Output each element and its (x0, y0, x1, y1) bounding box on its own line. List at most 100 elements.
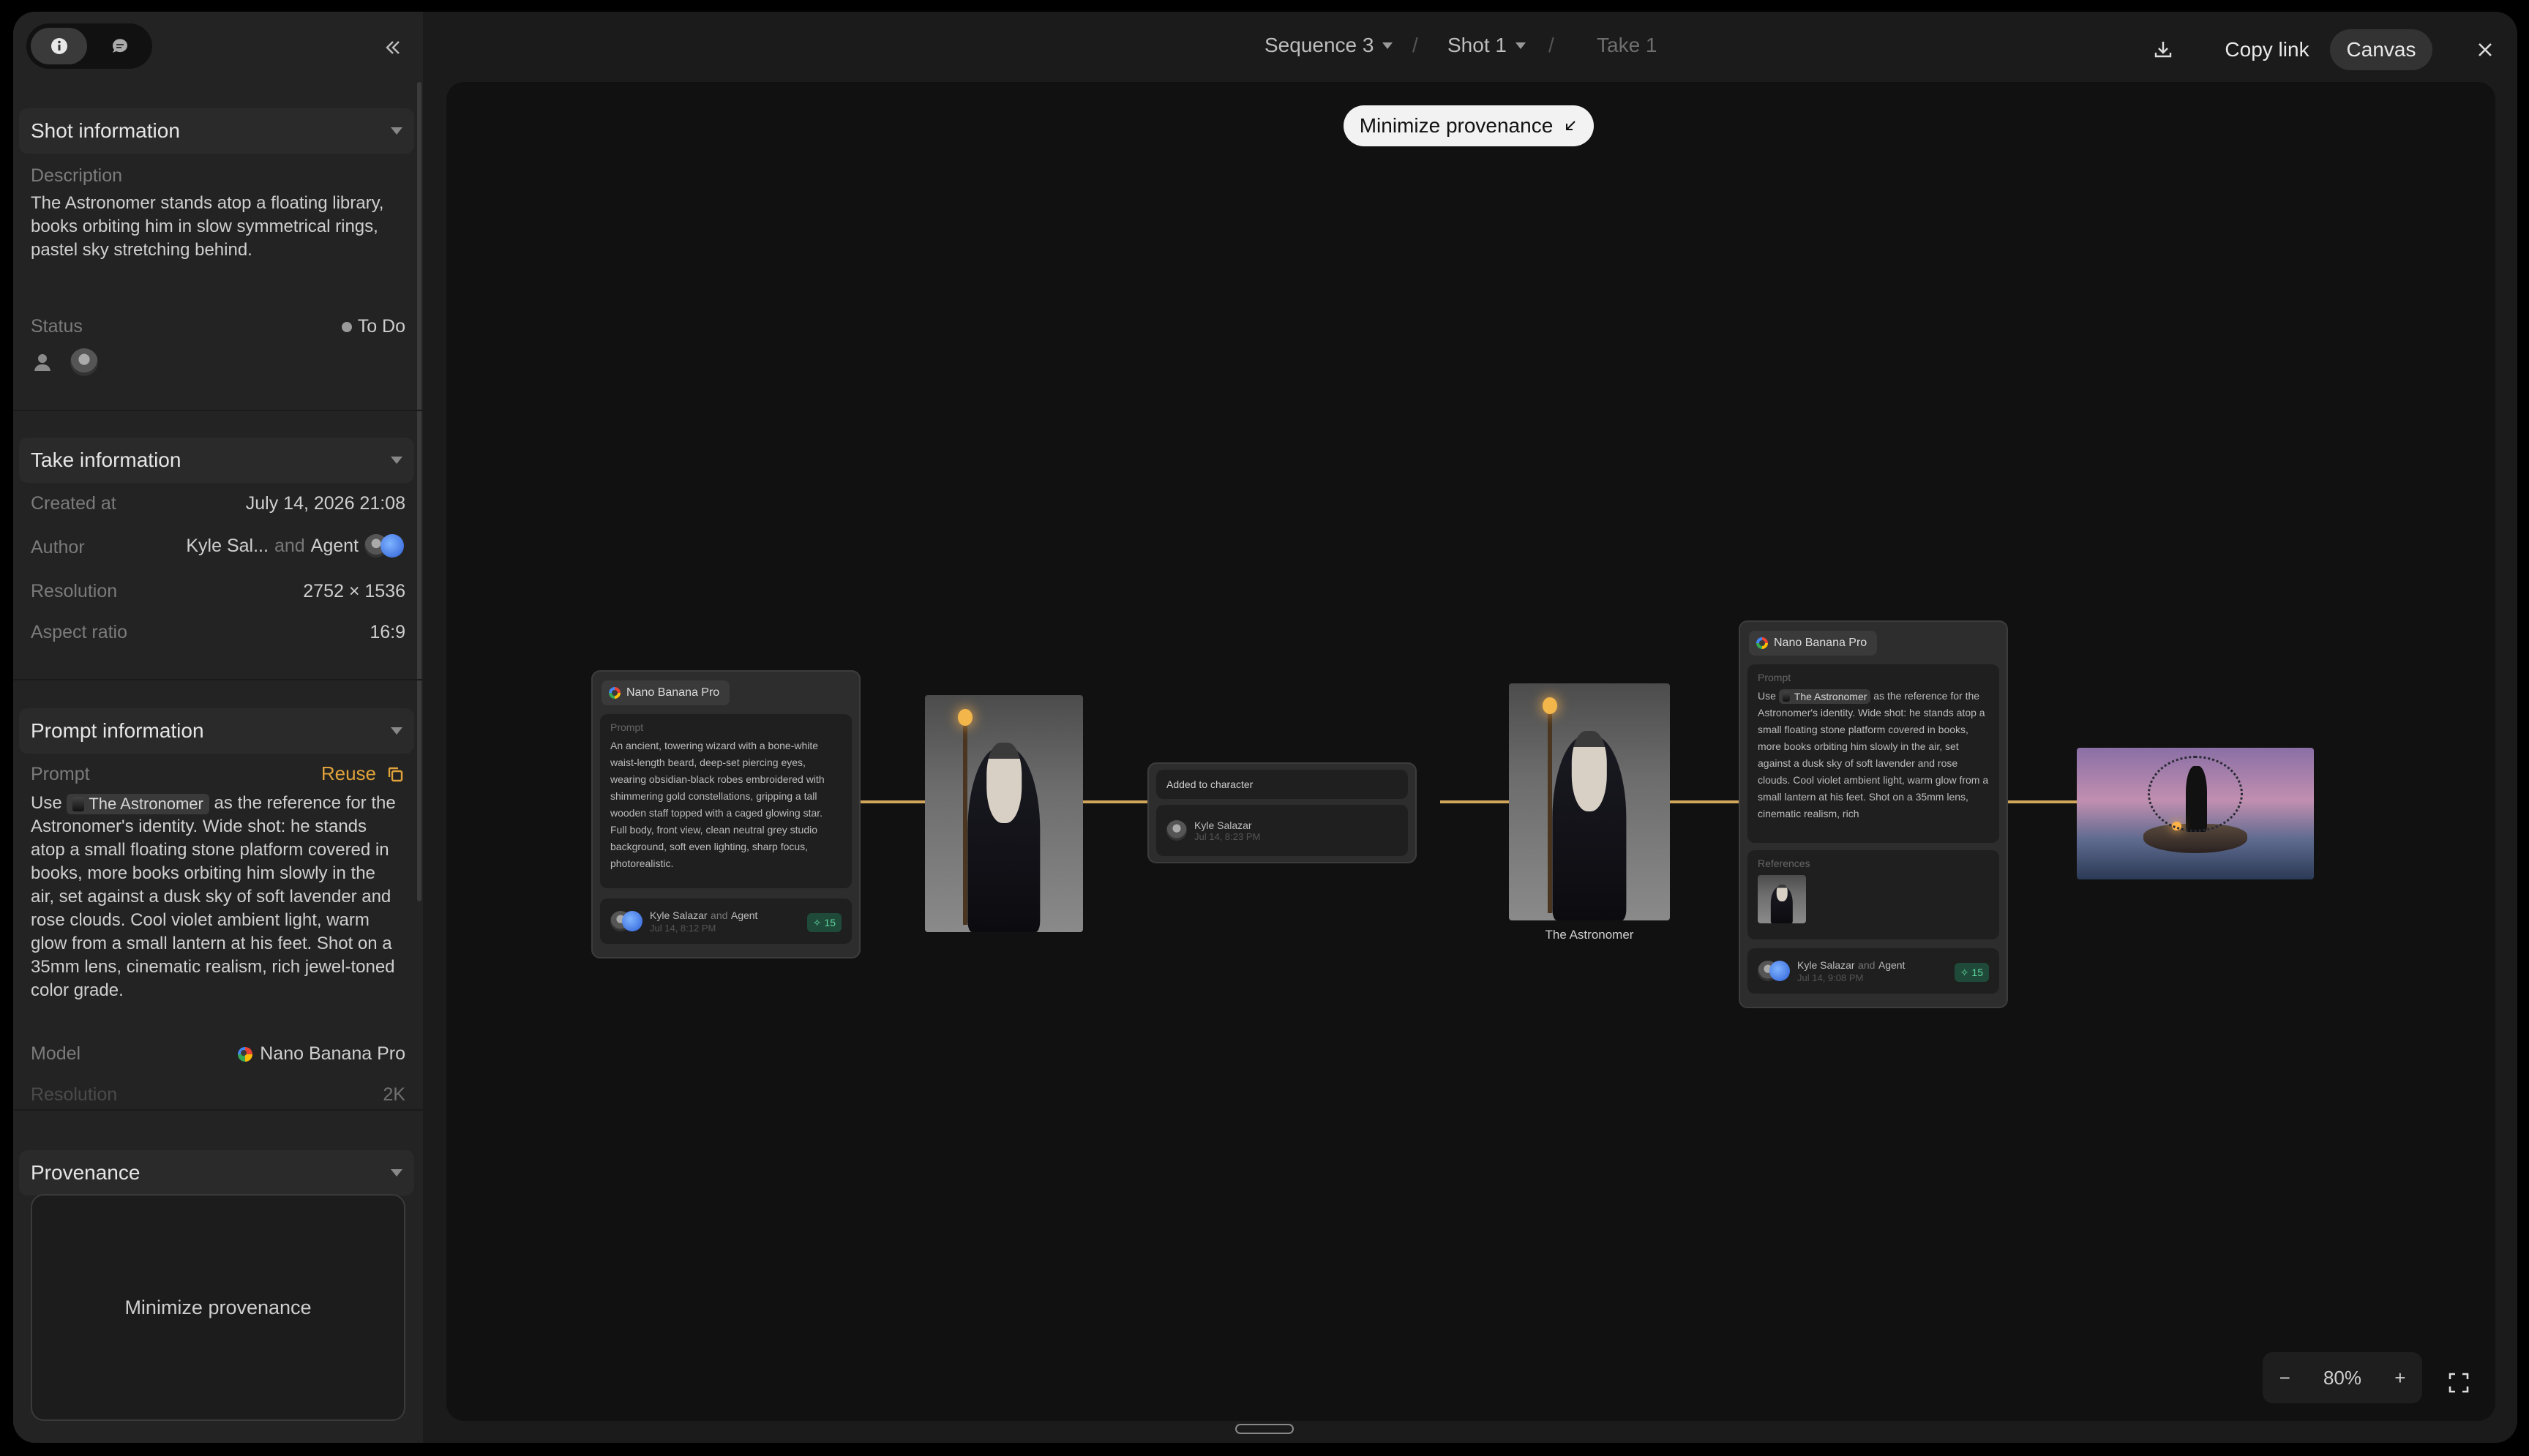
aspect-value: 16:9 (370, 622, 405, 642)
character-thumb-icon (72, 796, 85, 811)
agent-avatar (381, 534, 404, 558)
person-icon[interactable] (32, 352, 53, 372)
shot-info-header[interactable]: Shot information (19, 108, 414, 154)
status-value[interactable]: To Do (341, 316, 405, 337)
wizard-head (1776, 885, 1788, 901)
author-avatars (1758, 961, 1790, 981)
minimize-provenance-button[interactable]: Minimize provenance (1344, 105, 1594, 146)
section-divider (13, 1109, 423, 1111)
agent-avatar (1769, 961, 1790, 981)
character-caption: The Astronomer (1545, 928, 1634, 942)
wizard-head (1571, 730, 1608, 811)
created-label: Created at (31, 493, 116, 514)
author-agent: Agent (310, 535, 359, 556)
connector (861, 800, 925, 803)
author-avatars (610, 911, 642, 931)
status-text: To Do (357, 316, 405, 337)
sidebar-scrollbar[interactable] (417, 82, 422, 901)
provenance-canvas[interactable]: Minimize provenance Nano Banana Pro Prom… (446, 82, 2495, 1421)
user-avatar (1166, 820, 1187, 841)
prompt-resolution-label: Resolution (31, 1084, 118, 1105)
author-agent: Agent (1878, 958, 1906, 971)
sequence-dropdown[interactable]: Sequence 3 (1264, 34, 1393, 57)
comment-icon (112, 39, 127, 53)
reuse-button[interactable]: Reuse (321, 762, 404, 785)
model-name: Nano Banana Pro (260, 1043, 405, 1064)
prompt-info-header[interactable]: Prompt information (19, 708, 414, 754)
take-info-header[interactable]: Take information (19, 438, 414, 483)
generation-node[interactable]: Nano Banana Pro Prompt An ancient, tower… (591, 670, 861, 958)
fullscreen-button[interactable] (2447, 1371, 2470, 1395)
prompt-pre: Use (31, 793, 62, 813)
credits-badge: ✧ 15 (1954, 963, 1989, 982)
wizard-image[interactable] (925, 695, 1083, 932)
take-label[interactable]: Take 1 (1597, 34, 1657, 57)
character-thumb-icon (1782, 691, 1790, 702)
sparkle-icon: ✧ (812, 916, 822, 928)
drawer-handle[interactable] (1235, 1424, 1294, 1434)
prompt-label: Prompt (1758, 672, 1791, 683)
copy-icon (388, 767, 403, 781)
book-ring (2148, 755, 2243, 833)
author-name: Kyle Salazar (1797, 958, 1855, 971)
connector (1670, 800, 1739, 803)
resolution-label: Resolution (31, 581, 118, 601)
references-label: References (1758, 858, 1810, 869)
aspect-label: Aspect ratio (31, 622, 128, 642)
credits-value: 15 (824, 917, 836, 928)
prompt-label: Prompt (31, 764, 90, 784)
node-footer: Kyle Salazar and Agent Jul 14, 9:08 PM ✧… (1747, 948, 1999, 994)
status-dot-icon (341, 321, 352, 332)
agent-avatar (622, 911, 642, 931)
character-avatar[interactable] (70, 348, 98, 376)
reference-thumbnail[interactable] (1758, 875, 1806, 923)
zoom-in-button[interactable]: + (2394, 1367, 2405, 1389)
info-tab[interactable] (31, 28, 87, 64)
description-text: The Astronomer stands atop a floating li… (31, 193, 384, 260)
prompt-label: Prompt (610, 721, 644, 733)
character-chip[interactable]: The Astronomer (67, 793, 209, 814)
character-image[interactable] (1509, 683, 1670, 920)
google-icon (1756, 637, 1768, 649)
collapse-sidebar-button[interactable] (379, 34, 407, 61)
breadcrumb-separator: / (1412, 34, 1418, 56)
app-window: Shot information Description The Astrono… (13, 12, 2517, 1443)
prompt-info-title: Prompt information (31, 719, 204, 742)
comments-tab[interactable] (91, 28, 148, 64)
canvas-button[interactable]: Canvas (2330, 29, 2432, 70)
prompt-resolution-value: 2K (383, 1084, 405, 1105)
provenance-preview[interactable]: Minimize provenance (31, 1194, 405, 1421)
event-title: Added to character (1156, 770, 1408, 799)
author-name: Kyle Salazar (1194, 819, 1252, 831)
character-chip[interactable]: The Astronomer (1778, 689, 1871, 705)
prompt-post: as the reference for the Astronomer's id… (31, 793, 396, 1000)
zoom-out-button[interactable]: − (2279, 1367, 2290, 1389)
chevron-down-icon (391, 457, 402, 464)
node-date: Jul 14, 8:12 PM (650, 922, 716, 934)
model-label: Model (31, 1043, 81, 1064)
download-button[interactable] (2143, 29, 2184, 70)
generation-node[interactable]: Nano Banana Pro Prompt Use The Astronome… (1739, 620, 2008, 1008)
status-label: Status (31, 316, 83, 337)
added-to-character-node[interactable]: Added to character Kyle Salazar Jul 14, … (1147, 762, 1417, 863)
author-and: and (1858, 958, 1876, 971)
provenance-header[interactable]: Provenance (19, 1150, 414, 1196)
author-and: and (274, 535, 305, 556)
staff-lamp (958, 709, 973, 727)
copy-link-button[interactable]: Copy link (2213, 29, 2321, 70)
prompt-text: Use The Astronomer as the reference for … (1758, 688, 1989, 822)
prompt-pre: Use (1758, 690, 1776, 702)
wizard-staff (962, 716, 968, 926)
wizard-head (986, 742, 1022, 823)
connector (1440, 800, 1509, 803)
reuse-label: Reuse (321, 762, 376, 784)
node-footer: Kyle Salazar Jul 14, 8:23 PM (1156, 805, 1408, 856)
close-button[interactable] (2465, 29, 2506, 70)
author-label: Author (31, 537, 85, 558)
node-date: Jul 14, 8:23 PM (1194, 830, 1261, 842)
author-agent: Agent (730, 909, 758, 921)
google-icon (609, 687, 621, 699)
fullscreen-icon (2449, 1373, 2469, 1393)
final-shot-image[interactable] (2077, 748, 2314, 879)
shot-dropdown[interactable]: Shot 1 (1447, 34, 1526, 57)
